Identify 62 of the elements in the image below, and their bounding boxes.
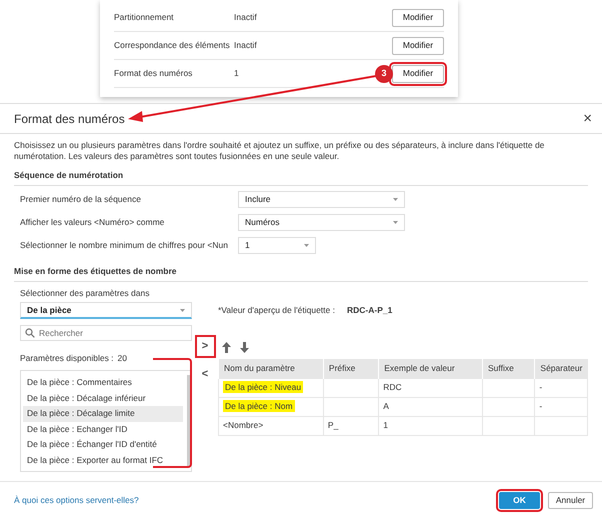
field-label: Sélectionner des paramètres dans (20, 286, 150, 300)
table-cell: De la pièce : Niveau (223, 381, 304, 394)
table-cell: - (539, 401, 542, 412)
available-count: 20 (118, 352, 128, 365)
field-label: Sélectionner le nombre minimum de chiffres pour <Nun (20, 238, 229, 252)
preview-label: *Valeur d'aperçu de l'étiquette : (218, 304, 335, 316)
modify-button[interactable]: Modifier (392, 8, 444, 26)
section-title: Mise en forme des étiquettes de nombre (14, 264, 588, 282)
setting-label: Correspondance des éléments (114, 39, 231, 52)
move-down-icon[interactable] (240, 342, 249, 354)
table-cell: P_ (328, 420, 338, 430)
scrollbar[interactable] (187, 375, 190, 467)
column-header: Nom du paramètre (218, 359, 324, 378)
cancel-button[interactable]: Annuler (548, 492, 593, 508)
dropdown-value: De la pièce (27, 304, 72, 317)
setting-value: Inactif (234, 39, 258, 52)
column-header: Exemple de valeur (378, 359, 482, 378)
table-cell: A (383, 401, 389, 412)
description-text: Choisissez un ou plusieurs paramètres dans l'ordre souhaité et ajoutez un suffixe, un préfixe ou des séparateurs, à inclure dans l'étiquette de numérotation. Les valeurs des paramètres sont toutes fusionnées en une seule valeur. (13, 139, 546, 162)
section-title: Séquence de numérotation (14, 169, 588, 186)
dropdown-value: Numéros (245, 216, 280, 229)
field-label: Afficher les valeurs <Numéro> comme (20, 216, 166, 229)
list-item[interactable]: De la pièce : Commentaires (23, 375, 183, 390)
setting-value: 1 (234, 67, 240, 80)
setting-label: Format des numéros (114, 67, 194, 80)
column-header: Séparateur (534, 359, 588, 378)
caret-icon (393, 220, 398, 224)
setting-label: Partitionnement (114, 11, 175, 24)
caret-icon (180, 308, 185, 312)
available-label: Paramètres disponibles : (20, 352, 114, 365)
dropdown-value: 1 (245, 238, 250, 252)
dropdown[interactable]: De la pièce (20, 302, 192, 320)
column-header: Préfixe (323, 359, 379, 378)
table-cell: <Nombre> (223, 420, 264, 430)
ok-button[interactable]: OK (499, 492, 540, 508)
list-item[interactable]: De la pièce : Échanger l'ID d'entité (23, 437, 183, 452)
search-field[interactable]: Rechercher (20, 325, 192, 342)
move-up-icon[interactable] (222, 342, 231, 354)
move-left-button[interactable]: < (198, 366, 212, 382)
list-item[interactable]: De la pièce : Décalage inférieur (23, 390, 183, 406)
setting-value: Inactif (234, 11, 258, 24)
table-cell: - (539, 382, 542, 392)
dropdown-value: Inclure (245, 192, 271, 206)
dialog-title: Format des numéros (14, 110, 125, 128)
search-icon (25, 328, 35, 338)
list-item[interactable]: De la pièce : Exporter au format IFC (23, 452, 183, 468)
table-cell: De la pièce : Nom (223, 400, 295, 412)
table-cell: RDC (383, 382, 402, 392)
column-header: Suffixe (482, 359, 535, 378)
table-cell: 1 (383, 420, 388, 430)
preview-value: RDC-A-P_1 (346, 304, 392, 316)
caret-icon (304, 244, 309, 247)
list-item[interactable]: De la pièce : Echanger l'ID (23, 422, 183, 437)
modify-button[interactable]: Modifier (392, 36, 444, 54)
list-item[interactable]: De la pièce : Décalage limite (23, 406, 183, 422)
help-link[interactable]: À quoi ces options servent-elles? (14, 494, 139, 506)
caret-icon (393, 198, 398, 201)
field-label: Premier numéro de la séquence (20, 192, 142, 206)
close-button[interactable]: × (583, 111, 592, 126)
dropdown[interactable]: 1 (238, 236, 316, 254)
dropdown[interactable]: Numéros (238, 214, 405, 231)
dropdown[interactable]: Inclure (238, 190, 405, 208)
